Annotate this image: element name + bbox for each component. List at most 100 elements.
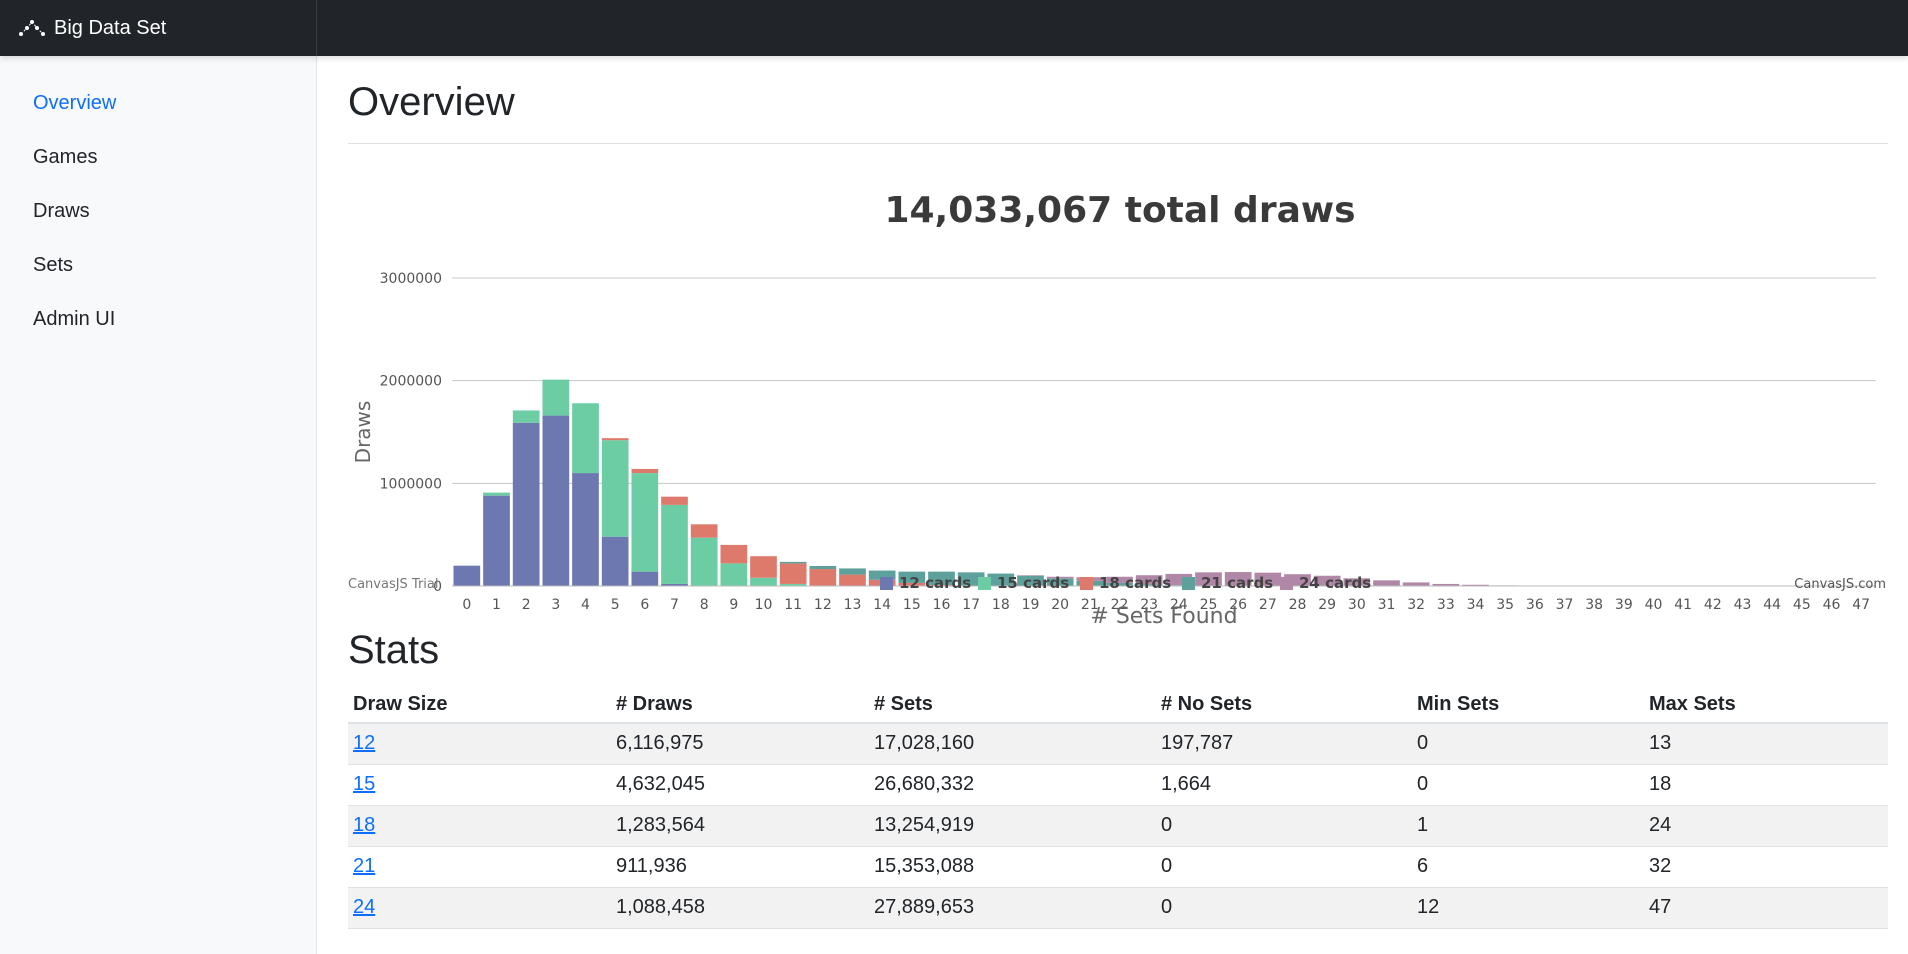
table-cell: 4,632,045 xyxy=(611,764,869,806)
x-tick-label: 35 xyxy=(1496,597,1514,613)
table-cell: 47 xyxy=(1644,887,1888,929)
sidebar-item-overview[interactable]: Overview xyxy=(0,76,316,130)
x-tick-label: 15 xyxy=(903,597,921,613)
page-title: Overview xyxy=(348,80,515,124)
table-cell: 13,254,919 xyxy=(869,805,1156,847)
table-cell: 18 xyxy=(1644,764,1888,806)
x-tick-label: 11 xyxy=(784,597,802,613)
y-tick-label: 1000000 xyxy=(380,476,442,492)
x-tick-label: 30 xyxy=(1348,597,1366,613)
sidebar-item-admin-ui[interactable]: Admin UI xyxy=(0,292,316,346)
table-row: 18 1,283,564 13,254,919 0 1 24 xyxy=(348,805,1888,847)
table-cell: 0 xyxy=(1156,887,1412,929)
draws-chart: 14,033,067 total draws 0 1000000 2000000 300… xyxy=(348,152,1888,627)
table-cell: 1,664 xyxy=(1156,764,1412,806)
sidebar-item-draws[interactable]: Draws xyxy=(0,184,316,238)
table-cell: 32 xyxy=(1644,846,1888,888)
bar-segment xyxy=(542,379,570,416)
x-tick-label: 8 xyxy=(700,597,709,613)
x-tick-label: 36 xyxy=(1526,597,1544,613)
bar-segment xyxy=(720,563,748,586)
x-tick-label: 29 xyxy=(1318,597,1336,613)
bar-segment xyxy=(512,410,540,423)
column-header: Min Sets xyxy=(1412,686,1644,724)
sidebar-item-sets[interactable]: Sets xyxy=(0,238,316,292)
x-tick-label: 2 xyxy=(522,597,531,613)
x-tick-label: 38 xyxy=(1585,597,1603,613)
brand-link[interactable]: Big Data Set xyxy=(0,0,317,56)
draw-size-link[interactable]: 18 xyxy=(353,814,375,836)
legend-label: 12 cards xyxy=(899,574,971,592)
title-divider xyxy=(348,143,1888,144)
legend-swatch xyxy=(1080,577,1093,590)
table-row: 21 911,936 15,353,088 0 6 32 xyxy=(348,846,1888,888)
bar-segment xyxy=(779,561,807,564)
x-tick-label: 6 xyxy=(640,597,649,613)
bar-segment xyxy=(542,415,570,586)
legend-swatch xyxy=(880,577,893,590)
draw-size-link[interactable]: 24 xyxy=(353,896,375,918)
bar-segment xyxy=(631,468,659,474)
x-tick-label: 42 xyxy=(1704,597,1722,613)
x-tick-label: 43 xyxy=(1734,597,1752,613)
bar-segment xyxy=(601,438,629,441)
draw-size-link[interactable]: 12 xyxy=(353,732,375,754)
chart-title: 14,033,067 total draws xyxy=(884,190,1355,231)
sidebar: Overview Games Draws Sets Admin UI xyxy=(0,56,317,954)
x-tick-label: 47 xyxy=(1852,597,1870,613)
x-tick-label: 45 xyxy=(1793,597,1811,613)
canvasjs-credit-link: CanvasJS.com xyxy=(1794,577,1886,592)
bar-segment xyxy=(839,568,866,575)
legend-swatch xyxy=(1280,577,1293,590)
scatter-chart-icon xyxy=(19,20,45,36)
bar-segment xyxy=(690,524,718,538)
table-cell: 6 xyxy=(1412,846,1644,888)
x-tick-label: 13 xyxy=(844,597,862,613)
y-axis-label: Draws xyxy=(351,401,375,464)
stats-table: Draw Size # Draws # Sets # No Sets Min S… xyxy=(348,686,1888,929)
x-tick-label: 1 xyxy=(492,597,501,613)
table-cell: 1,283,564 xyxy=(611,805,869,847)
x-tick-label: 7 xyxy=(670,597,679,613)
table-cell: 197,787 xyxy=(1156,723,1412,765)
main-content: Overview 14,033,067 total draws 0 1000000 2… xyxy=(348,56,1888,954)
x-tick-label: 12 xyxy=(814,597,832,613)
bar-segment xyxy=(631,571,659,586)
bar-segment xyxy=(512,422,540,586)
table-cell: 12 xyxy=(1412,887,1644,929)
table-cell: 0 xyxy=(1412,764,1644,806)
x-tick-label: 46 xyxy=(1823,597,1841,613)
table-cell: 24 xyxy=(1644,805,1888,847)
trial-watermark: CanvasJS Trial xyxy=(348,577,439,592)
table-cell: 0 xyxy=(1156,846,1412,888)
x-tick-label: 34 xyxy=(1467,597,1485,613)
y-tick-label: 2000000 xyxy=(380,374,442,390)
bar-segment xyxy=(809,569,837,586)
table-row: 12 6,116,975 17,028,160 197,787 0 13 xyxy=(348,723,1888,765)
stats-heading: Stats xyxy=(348,628,440,672)
sidebar-item-games[interactable]: Games xyxy=(0,130,316,184)
table-row: 24 1,088,458 27,889,653 0 12 47 xyxy=(348,887,1888,929)
bar-segment xyxy=(809,565,837,570)
table-header-row: Draw Size # Draws # Sets # No Sets Min S… xyxy=(348,686,1888,724)
x-tick-label: 9 xyxy=(729,597,738,613)
brand-name: Big Data Set xyxy=(54,16,167,39)
x-tick-label: 37 xyxy=(1556,597,1574,613)
x-tick-label: 20 xyxy=(1051,597,1069,613)
draw-size-link[interactable]: 21 xyxy=(353,855,375,877)
chart-canvas: 14,033,067 total draws 0 1000000 2000000 300… xyxy=(348,190,1886,627)
column-header: Max Sets xyxy=(1644,686,1888,724)
table-cell: 6,116,975 xyxy=(611,723,869,765)
draw-size-link[interactable]: 15 xyxy=(353,773,375,795)
bar-segment xyxy=(750,556,777,578)
bar-segment xyxy=(661,496,688,505)
bar-segment xyxy=(572,403,599,474)
bar-segment xyxy=(483,495,510,586)
bar-segment xyxy=(690,537,718,586)
x-axis-label: # Sets Found xyxy=(1090,604,1237,627)
x-tick-label: 32 xyxy=(1407,597,1425,613)
x-tick-label: 27 xyxy=(1259,597,1277,613)
x-tick-label: 28 xyxy=(1289,597,1307,613)
legend-label: 15 cards xyxy=(997,574,1069,592)
table-cell: 17,028,160 xyxy=(869,723,1156,765)
